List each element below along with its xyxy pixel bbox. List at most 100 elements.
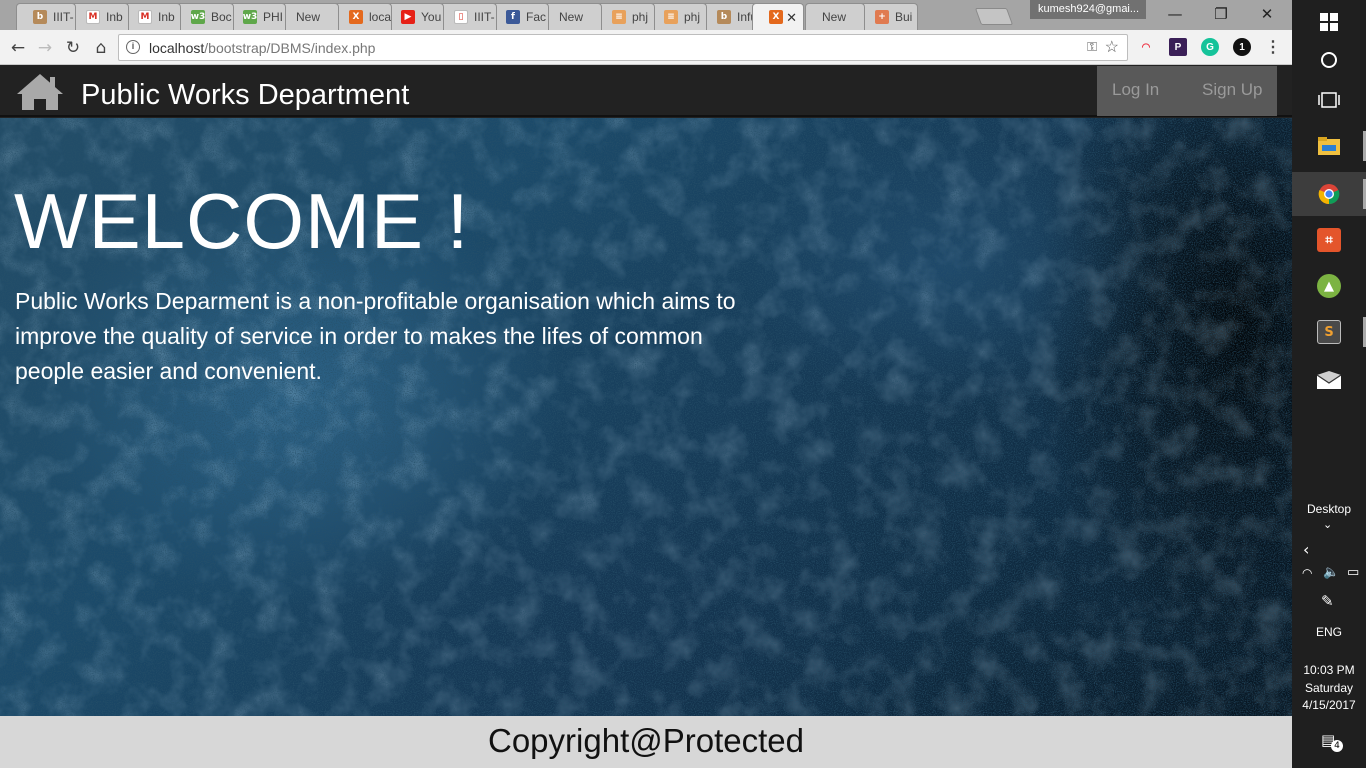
- task-view-icon[interactable]: [1292, 78, 1366, 122]
- tab-title: loca: [369, 10, 391, 24]
- site-footer: Copyright@Protected: [0, 716, 1292, 768]
- tab-title: New Ta: [559, 10, 585, 24]
- tab-title: Inb: [106, 10, 123, 24]
- browser-tab[interactable]: b IIIT-: [16, 3, 76, 30]
- desktop-label[interactable]: Desktop: [1292, 502, 1366, 516]
- extension-rainbow-icon[interactable]: ◠: [1137, 38, 1155, 56]
- browser-toolbar: ← → ↻ ⌂ i localhost/bootstrap/DBMS/index…: [0, 30, 1292, 65]
- xampp-icon: X: [769, 10, 783, 24]
- wifi-icon[interactable]: ◠: [1302, 566, 1312, 580]
- site-title[interactable]: Public Works Department: [81, 79, 409, 112]
- back-icon[interactable]: ←: [7, 37, 29, 59]
- clock-time[interactable]: 10:03 PM: [1292, 663, 1366, 677]
- chrome-menu-icon[interactable]: ⋮: [1265, 37, 1281, 57]
- forward-icon[interactable]: →: [34, 37, 56, 59]
- browser-tab[interactable]: Xloca: [332, 3, 392, 30]
- battery-icon[interactable]: ▭: [1347, 565, 1359, 580]
- auth-links: Log In Sign Up: [1097, 66, 1277, 116]
- url-path: /bootstrap/DBMS/index.php: [204, 40, 376, 56]
- browser-tab[interactable]: + Bui: [858, 3, 918, 30]
- reload-icon[interactable]: ↻: [62, 37, 84, 59]
- clock-date[interactable]: 4/15/2017: [1292, 698, 1366, 712]
- plus-icon: +: [875, 10, 889, 24]
- profile-button[interactable]: kumesh924@gmai...: [1030, 0, 1146, 19]
- site-navbar: Public Works Department Log In Sign Up: [0, 66, 1292, 117]
- browser-tab[interactable]: w3 PHI: [226, 3, 286, 30]
- browser-tab[interactable]: b Infu: [700, 3, 760, 30]
- gmail-icon: M: [86, 10, 100, 24]
- web-page: Public Works Department Log In Sign Up W…: [0, 66, 1292, 768]
- tab-title: Bui: [895, 10, 913, 24]
- windows-taskbar: ⌗ ▲ S Desktop ⌄ ‹ ◠ 🔈 ▭ ✎ ENG 10:03 PM S…: [1292, 0, 1366, 768]
- tab-title: phj: [632, 10, 649, 24]
- stackoverflow-icon: ≡: [664, 10, 678, 24]
- browser-tab[interactable]: New Ta: [279, 3, 339, 30]
- show-hidden-icons-chevron-icon[interactable]: ‹: [1303, 540, 1309, 559]
- restore-icon[interactable]: ❐: [1198, 0, 1244, 28]
- cortana-search-icon[interactable]: [1292, 38, 1366, 82]
- clock-day[interactable]: Saturday: [1292, 681, 1366, 695]
- browser-tab[interactable]: ▶ You: [384, 3, 444, 30]
- browser-tab[interactable]: ▯ IIIT-: [437, 3, 497, 30]
- tab-title: Fac: [526, 10, 547, 24]
- chevron-down-icon[interactable]: ⌄: [1323, 518, 1332, 531]
- new-tab-button[interactable]: [974, 8, 1014, 25]
- book-icon: b: [33, 10, 47, 24]
- volume-icon[interactable]: 🔈: [1323, 565, 1339, 580]
- browser-tab[interactable]: M Inb: [121, 3, 181, 30]
- xampp-taskbar-icon[interactable]: ⌗: [1292, 218, 1366, 262]
- browser-tab[interactable]: w3 Boc: [174, 3, 234, 30]
- tab-title: phj: [684, 10, 701, 24]
- login-link[interactable]: Log In: [1112, 80, 1159, 100]
- chrome-taskbar-icon[interactable]: [1292, 172, 1366, 216]
- tab-title: PHI: [263, 10, 284, 24]
- home-icon[interactable]: [15, 72, 65, 112]
- address-bar[interactable]: i localhost/bootstrap/DBMS/index.php ⚿ ☆: [118, 34, 1128, 61]
- key-icon[interactable]: ⚿: [1087, 39, 1097, 55]
- welcome-heading: WELCOME !: [14, 177, 470, 265]
- browser-tab[interactable]: f Fac: [489, 3, 549, 30]
- gmail-icon: M: [138, 10, 152, 24]
- language-indicator[interactable]: ENG: [1292, 625, 1366, 639]
- book-icon: b: [717, 10, 731, 24]
- browser-tab[interactable]: ≡ phj: [647, 3, 707, 30]
- notification-count-badge: 4: [1331, 740, 1343, 752]
- hero-section: WELCOME ! Public Works Deparment is a no…: [0, 118, 1292, 716]
- browser-tab[interactable]: New Ta: [805, 3, 865, 30]
- pen-icon[interactable]: ✎: [1321, 592, 1334, 610]
- sublime-text-icon[interactable]: S: [1292, 310, 1366, 354]
- url-host: localhost: [149, 40, 205, 56]
- minimize-icon[interactable]: —: [1152, 0, 1198, 28]
- url-text[interactable]: localhost/bootstrap/DBMS/index.php: [149, 40, 375, 56]
- tab-title: You: [421, 10, 442, 24]
- w3schools-icon: w3: [190, 10, 206, 24]
- tab-title: IIIT-: [474, 10, 495, 24]
- home-button-icon[interactable]: ⌂: [90, 37, 112, 59]
- document-icon: ▯: [454, 10, 468, 24]
- grammarly-icon[interactable]: G: [1201, 38, 1219, 56]
- mail-icon[interactable]: [1292, 358, 1366, 402]
- bookmark-star-icon[interactable]: ☆: [1105, 37, 1119, 57]
- browser-tab[interactable]: New Ta: [542, 3, 602, 30]
- tab-title: Boc: [211, 10, 232, 24]
- tab-title: New Ta: [296, 10, 322, 24]
- copyright-text: Copyright@Protected: [488, 722, 804, 759]
- youtube-icon: ▶: [401, 10, 415, 24]
- info-icon[interactable]: i: [126, 40, 140, 54]
- tab-active[interactable]: X ✕: [752, 3, 804, 30]
- browser-tab[interactable]: M Inb: [69, 3, 129, 30]
- browser-tab[interactable]: ≡ phj: [595, 3, 655, 30]
- w3schools-icon: w3: [242, 10, 258, 24]
- hero-description: Public Works Deparment is a non-profitab…: [15, 288, 736, 384]
- browser-window: bIIIT-MInbMInbw3Bocw3PHINew TaXloca▶You▯…: [0, 0, 1292, 768]
- close-tab-icon[interactable]: ✕: [786, 10, 797, 26]
- android-app-icon[interactable]: ▲: [1292, 264, 1366, 308]
- close-window-icon[interactable]: ✕: [1244, 0, 1290, 28]
- extension-badge-icon[interactable]: 1: [1233, 38, 1251, 56]
- extension-p-icon[interactable]: P: [1169, 38, 1187, 56]
- xampp-icon: X: [349, 10, 363, 24]
- facebook-icon: f: [506, 10, 520, 24]
- stackoverflow-icon: ≡: [612, 10, 626, 24]
- signup-link[interactable]: Sign Up: [1202, 80, 1262, 100]
- file-explorer-icon[interactable]: [1292, 124, 1366, 168]
